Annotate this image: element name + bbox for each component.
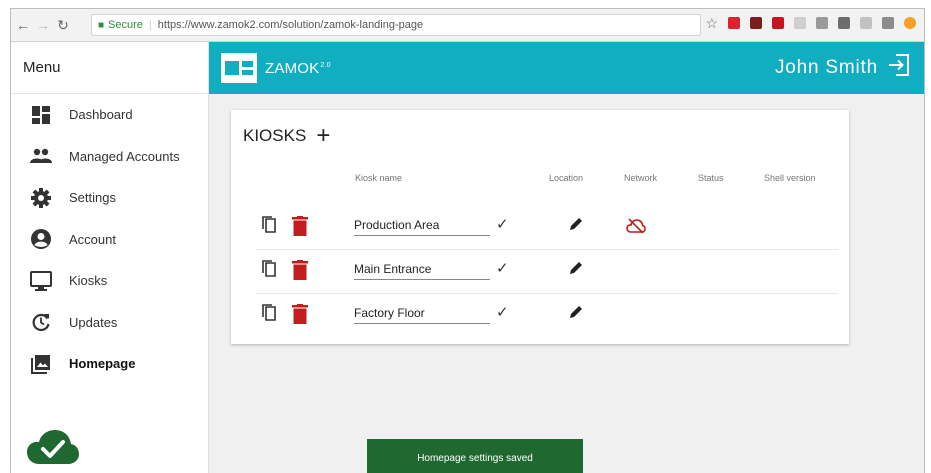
extension-icon[interactable] [838, 17, 850, 29]
sidebar-item-updates[interactable]: Updates [11, 302, 208, 344]
column-header-shell-version: Shell version [764, 173, 816, 183]
extension-icon[interactable] [816, 17, 828, 29]
extension-icon[interactable] [794, 17, 806, 29]
extension-icon[interactable] [728, 17, 740, 29]
pdf-extension-icon[interactable] [772, 17, 784, 29]
browser-toolbar: ← → ↻ ■ Secure | https://www.zamok2.com/… [11, 9, 924, 42]
kiosk-name-input[interactable]: Main Entrance [354, 260, 490, 280]
lock-icon: ■ [98, 19, 105, 31]
app-header: ZAMOK2.0 John Smith [209, 42, 924, 94]
sidebar-item-label: Settings [69, 190, 116, 206]
check-icon[interactable]: ✓ [496, 259, 509, 277]
back-icon[interactable]: ← [15, 17, 31, 33]
forward-icon[interactable]: → [35, 17, 51, 33]
user-area: John Smith [775, 42, 910, 94]
delete-icon[interactable] [292, 216, 308, 241]
sidebar-item-label: Kiosks [69, 273, 108, 289]
extension-icon[interactable] [750, 17, 762, 29]
dashboard-icon [29, 103, 53, 127]
url-text[interactable]: https://www.zamok2.com/solution/zamok-la… [158, 19, 423, 31]
brand-version: 2.0 [320, 61, 331, 69]
zamok-logo-icon [221, 53, 257, 83]
copy-icon[interactable] [262, 304, 276, 326]
secure-label: Secure [108, 19, 143, 31]
people-icon [29, 144, 53, 168]
user-name[interactable]: John Smith [775, 57, 878, 79]
brand-text: ZAMOK [265, 59, 320, 77]
brand-name: ZAMOK2.0 [265, 60, 331, 77]
menu-title: Menu [11, 42, 208, 94]
column-header-status: Status [698, 173, 724, 183]
extension-icons: ☆ [705, 16, 916, 30]
sidebar-item-settings[interactable]: Settings [11, 177, 208, 219]
check-icon[interactable]: ✓ [496, 303, 509, 321]
browser-window: ← → ↻ ■ Secure | https://www.zamok2.com/… [10, 8, 925, 473]
kiosks-card: KIOSKS + Kiosk name Location Network Sta… [231, 110, 849, 344]
gear-icon [29, 186, 53, 210]
snackbar-toast: Homepage settings saved [367, 439, 583, 473]
address-separator: | [148, 19, 152, 31]
table-row: Main Entrance ✓ [256, 250, 838, 294]
bookmark-star-icon[interactable]: ☆ [705, 16, 718, 30]
logout-icon[interactable] [888, 54, 910, 82]
address-bar[interactable]: ■ Secure | https://www.zamok2.com/soluti… [91, 14, 701, 36]
copy-icon[interactable] [262, 216, 276, 238]
sidebar: Menu Dashboard Managed Accounts Settings… [11, 42, 209, 473]
account-circle-icon [29, 227, 53, 251]
sidebar-item-label: Updates [69, 314, 118, 330]
check-icon[interactable]: ✓ [496, 215, 509, 233]
sidebar-item-label: Managed Accounts [69, 148, 180, 164]
table-row: Production Area ✓ [256, 206, 838, 250]
page-title: KIOSKS [243, 126, 307, 145]
extension-icon[interactable] [904, 17, 916, 29]
sidebar-item-label: Homepage [69, 356, 136, 372]
column-header-kiosk-name: Kiosk name [355, 173, 403, 183]
sidebar-item-label: Dashboard [69, 107, 133, 123]
sidebar-item-homepage[interactable]: Homepage [11, 343, 208, 385]
extension-icon[interactable] [860, 17, 872, 29]
edit-location-icon[interactable] [568, 260, 584, 281]
sidebar-item-managed-accounts[interactable]: Managed Accounts [11, 136, 208, 178]
kiosk-name-input[interactable]: Production Area [354, 216, 490, 236]
column-header-location: Location [549, 173, 584, 183]
delete-icon[interactable] [292, 304, 308, 329]
sidebar-item-kiosks[interactable]: Kiosks [11, 260, 208, 302]
reload-icon[interactable]: ↻ [55, 17, 71, 34]
edit-location-icon[interactable] [568, 216, 584, 237]
column-header-network: Network [624, 173, 658, 183]
update-icon [29, 310, 53, 334]
edit-location-icon[interactable] [568, 304, 584, 325]
cloud-off-icon [626, 218, 646, 239]
sidebar-item-account[interactable]: Account [11, 219, 208, 261]
delete-icon[interactable] [292, 260, 308, 285]
kiosk-name-input[interactable]: Factory Floor [354, 304, 490, 324]
table-row: Factory Floor ✓ [256, 294, 838, 338]
add-kiosk-button[interactable]: + [316, 124, 330, 148]
sidebar-item-label: Account [69, 231, 116, 247]
brand-logo[interactable]: ZAMOK2.0 [221, 53, 331, 83]
copy-icon[interactable] [262, 260, 276, 282]
photo-library-icon [29, 352, 53, 376]
kiosks-header: KIOSKS + [243, 124, 330, 148]
sidebar-item-dashboard[interactable]: Dashboard [11, 94, 208, 136]
extension-icon[interactable] [882, 17, 894, 29]
monitor-icon [29, 269, 53, 293]
cloud-done-icon [27, 430, 79, 471]
